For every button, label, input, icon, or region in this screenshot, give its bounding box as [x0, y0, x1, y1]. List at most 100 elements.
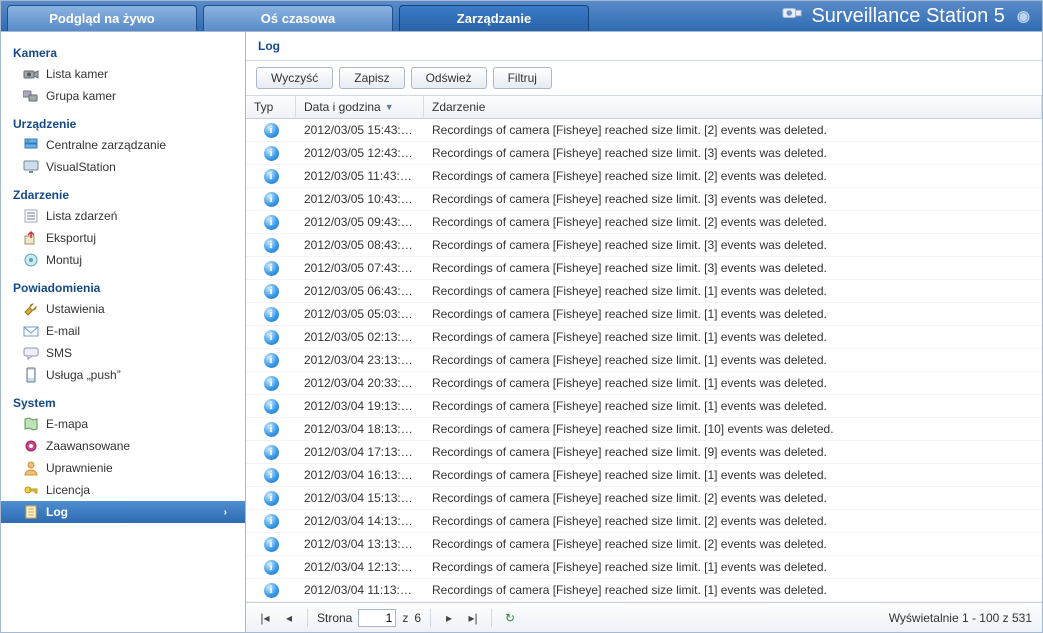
mail-icon [23, 323, 39, 339]
table-row[interactable]: i2012/03/05 12:43:…Recordings of camera … [246, 142, 1042, 165]
next-page-button[interactable]: ▸ [440, 609, 458, 627]
of-label: z [402, 611, 408, 625]
date-cell: 2012/03/05 12:43:… [296, 146, 424, 160]
help-icon[interactable]: ◉ [1017, 7, 1030, 25]
table-row[interactable]: i2012/03/05 11:43:…Recordings of camera … [246, 165, 1042, 188]
main-panel: Log Wyczyść Zapisz Odśwież Filtruj Typ D… [246, 32, 1042, 632]
info-icon: i [264, 238, 279, 253]
type-cell: i [246, 192, 296, 207]
date-cell: 2012/03/04 15:13:… [296, 491, 424, 505]
event-cell: Recordings of camera [Fisheye] reached s… [424, 583, 1042, 597]
table-body[interactable]: i2012/03/05 15:43:…Recordings of camera … [246, 119, 1042, 602]
table-row[interactable]: i2012/03/04 15:13:…Recordings of camera … [246, 487, 1042, 510]
refresh-button[interactable]: Odśwież [411, 67, 487, 89]
info-icon: i [264, 514, 279, 529]
table-row[interactable]: i 2012/03/04 19:13:…Recordings of camera … [246, 395, 1042, 418]
sidebar-item-lista-zdarze-[interactable]: Lista zdarzeń [1, 205, 245, 227]
type-cell: i [246, 468, 296, 483]
type-cell: i [246, 376, 296, 391]
sidebar-item-zaawansowane[interactable]: Zaawansowane [1, 435, 245, 457]
info-icon: i [264, 307, 279, 322]
pager: |◂ ◂ Strona z 6 ▸ ▸| ↻ Wyświetalnie 1 - … [246, 602, 1042, 632]
type-cell: i [246, 353, 296, 368]
sidebar-item-label: Log [46, 505, 68, 519]
table-row[interactable]: i2012/03/05 02:13:…Recordings of camera … [246, 326, 1042, 349]
sidebar-item-e-mail[interactable]: E-mail [1, 320, 245, 342]
table-row[interactable]: i 2012/03/05 10:43:…Recordings of camera … [246, 188, 1042, 211]
date-cell: 2012/03/05 08:43:… [296, 238, 424, 252]
table-row[interactable]: i2012/03/04 18:13:…Recordings of camera … [246, 418, 1042, 441]
table-row[interactable]: i2012/03/04 13:13:…Recordings of camera … [246, 533, 1042, 556]
sms-icon [23, 345, 39, 361]
col-type-header[interactable]: Typ [246, 96, 296, 118]
table-row[interactable]: i2012/03/04 12:13:…Recordings of camera … [246, 556, 1042, 579]
sidebar-item-eksportuj[interactable]: Eksportuj [1, 227, 245, 249]
table-row[interactable]: i2012/03/04 16:13:…Recordings of camera … [246, 464, 1042, 487]
camera-logo-icon [781, 2, 803, 30]
page-input[interactable] [358, 609, 396, 627]
sidebar-item-us-uga-push-[interactable]: Usługa „push” [1, 364, 245, 386]
table-row[interactable]: i2012/03/05 05:03:…Recordings of camera … [246, 303, 1042, 326]
tab-timeline[interactable]: Oś czasowa [203, 5, 393, 31]
sidebar-heading: Kamera [1, 40, 245, 63]
sidebar-item-licencja[interactable]: Licencja [1, 479, 245, 501]
table-row[interactable]: i2012/03/04 17:13:…Recordings of camera … [246, 441, 1042, 464]
sidebar-item-label: Ustawienia [46, 302, 105, 316]
refresh-icon[interactable]: ↻ [501, 609, 519, 627]
table-row[interactable]: i2012/03/05 06:43:…Recordings of camera … [246, 280, 1042, 303]
tab-label: Zarządzanie [457, 11, 531, 26]
display-info: Wyświetalnie 1 - 100 z 531 [889, 611, 1032, 625]
sidebar-item-label: Uprawnienie [46, 461, 113, 475]
sidebar-item-e-mapa[interactable]: E-mapa [1, 413, 245, 435]
wrench-icon [23, 301, 39, 317]
date-cell: 2012/03/05 10:43:… [296, 192, 424, 206]
table-row[interactable]: i2012/03/04 11:13:…Recordings of camera … [246, 579, 1042, 602]
event-cell: Recordings of camera [Fisheye] reached s… [424, 261, 1042, 275]
table-row[interactable]: i2012/03/05 09:43:…Recordings of camera … [246, 211, 1042, 234]
sidebar-item-grupa-kamer[interactable]: Grupa kamer [1, 85, 245, 107]
event-cell: Recordings of camera [Fisheye] reached s… [424, 123, 1042, 137]
sidebar-item-centralne-zarz-dzanie[interactable]: Centralne zarządzanie [1, 134, 245, 156]
table-header: Typ Data i godzina▼ Zdarzenie [246, 96, 1042, 119]
col-event-header[interactable]: Zdarzenie [424, 96, 1042, 118]
sidebar-item-uprawnienie[interactable]: Uprawnienie [1, 457, 245, 479]
clear-button[interactable]: Wyczyść [256, 67, 333, 89]
info-icon: i [264, 583, 279, 598]
sidebar-item-lista-kamer[interactable]: Lista kamer [1, 63, 245, 85]
table-row[interactable]: i2012/03/04 23:13:…Recordings of camera … [246, 349, 1042, 372]
prev-page-button[interactable]: ◂ [280, 609, 298, 627]
date-cell: 2012/03/04 19:13:… [296, 399, 424, 413]
col-date-header[interactable]: Data i godzina▼ [296, 96, 424, 118]
date-cell: 2012/03/04 14:13:… [296, 514, 424, 528]
date-cell: 2012/03/05 05:03:… [296, 307, 424, 321]
table-row[interactable]: i2012/03/05 15:43:…Recordings of camera … [246, 119, 1042, 142]
event-cell: Recordings of camera [Fisheye] reached s… [424, 192, 1042, 206]
mount-icon [23, 252, 39, 268]
last-page-button[interactable]: ▸| [464, 609, 482, 627]
header-bar: Podgląd na żywo Oś czasowa Zarządzanie S… [1, 1, 1042, 31]
event-cell: Recordings of camera [Fisheye] reached s… [424, 399, 1042, 413]
user-icon [23, 460, 39, 476]
tab-live-view[interactable]: Podgląd na żywo [7, 5, 197, 31]
save-button[interactable]: Zapisz [339, 67, 404, 89]
sidebar-item-log[interactable]: Log› [1, 501, 245, 523]
log-icon [23, 504, 39, 520]
tab-management[interactable]: Zarządzanie [399, 5, 589, 31]
date-cell: 2012/03/04 16:13:… [296, 468, 424, 482]
event-cell: Recordings of camera [Fisheye] reached s… [424, 445, 1042, 459]
table-row[interactable]: i2012/03/05 08:43:…Recordings of camera … [246, 234, 1042, 257]
sidebar-item-visualstation[interactable]: VisualStation [1, 156, 245, 178]
first-page-button[interactable]: |◂ [256, 609, 274, 627]
table-row[interactable]: i2012/03/04 14:13:…Recordings of camera … [246, 510, 1042, 533]
table-row[interactable]: i2012/03/05 07:43:…Recordings of camera … [246, 257, 1042, 280]
type-cell: i [246, 123, 296, 138]
sidebar-item-sms[interactable]: SMS [1, 342, 245, 364]
info-icon: i [264, 192, 279, 207]
date-cell: 2012/03/04 23:13:… [296, 353, 424, 367]
filter-button[interactable]: Filtruj [493, 67, 552, 89]
info-icon: i [264, 399, 279, 414]
sidebar-item-montuj[interactable]: Montuj [1, 249, 245, 271]
sidebar-item-label: Montuj [46, 253, 82, 267]
table-row[interactable]: i2012/03/04 20:33:…Recordings of camera … [246, 372, 1042, 395]
sidebar-item-ustawienia[interactable]: Ustawienia [1, 298, 245, 320]
